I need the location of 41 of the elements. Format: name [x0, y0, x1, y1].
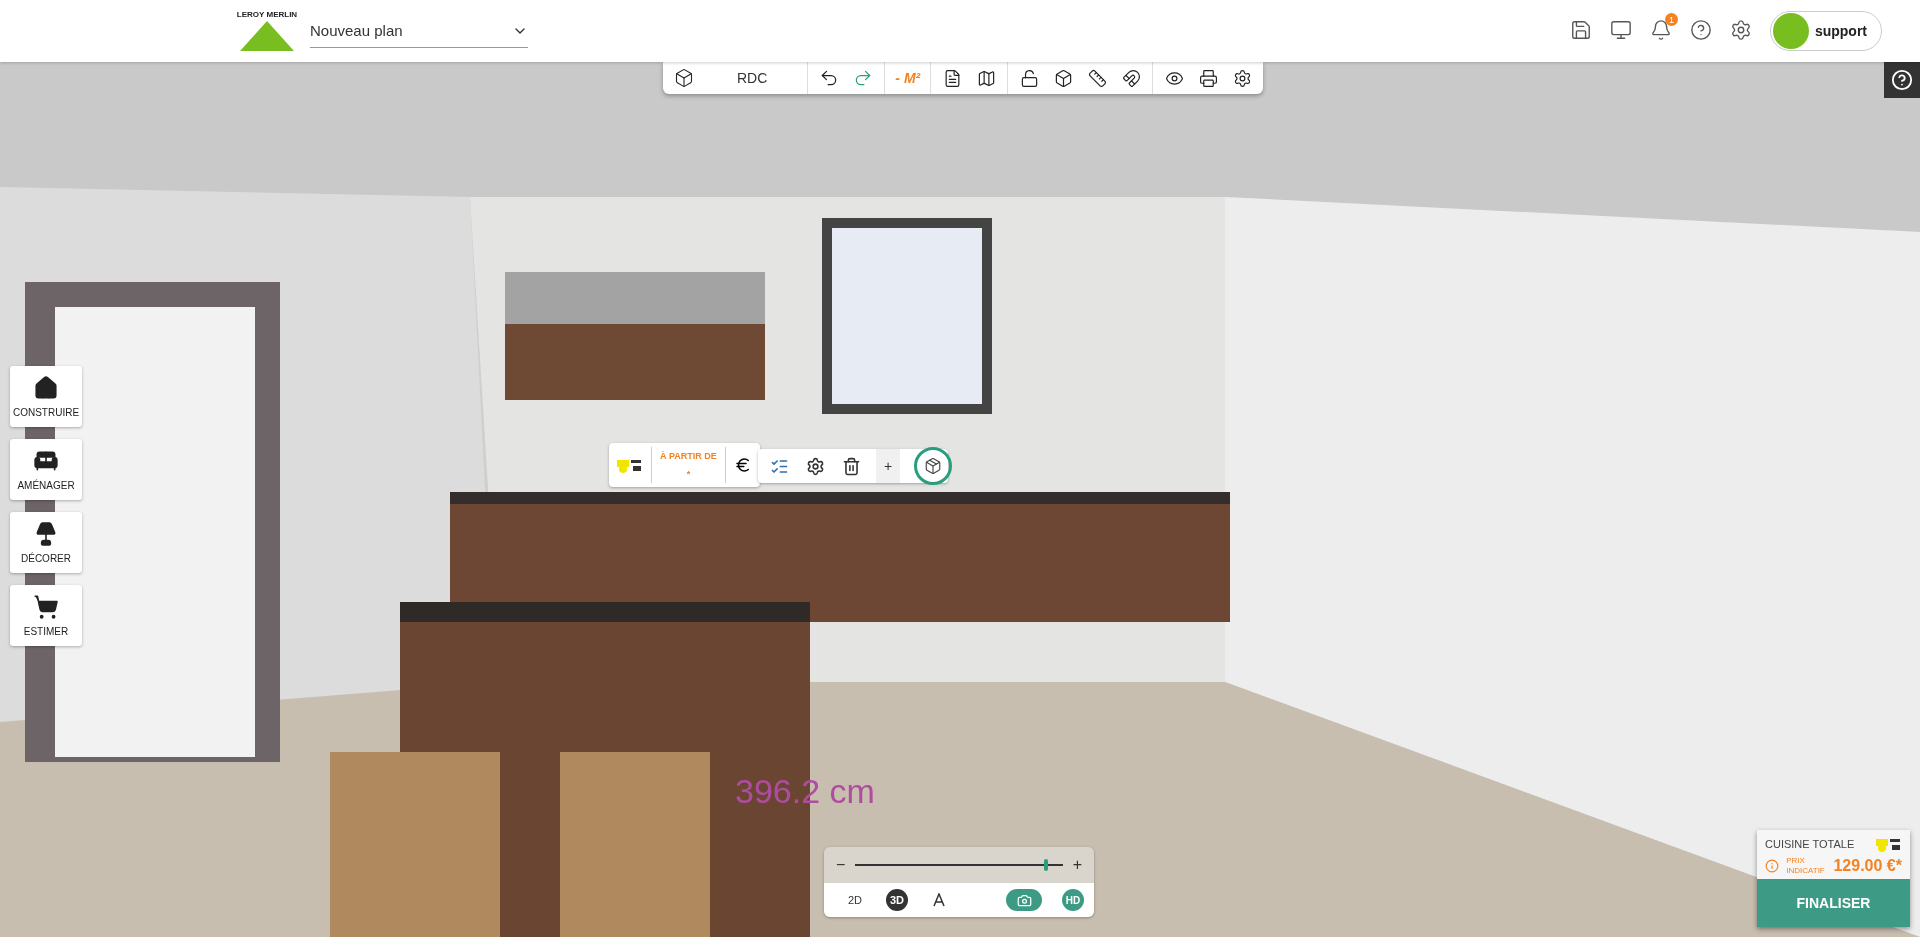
sidebar-button[interactable]: DÉCORER	[10, 512, 82, 573]
sidebar-button[interactable]: ESTIMER	[10, 585, 82, 646]
price-value: *	[686, 469, 691, 479]
cube-icon	[924, 457, 943, 475]
plan-dropdown[interactable]: Nouveau plan	[310, 14, 528, 48]
cube-view-button[interactable]	[914, 447, 953, 485]
brand-logo-icon	[1876, 836, 1902, 852]
zoom-in-button[interactable]: +	[1072, 856, 1082, 874]
camera-icon	[1016, 892, 1032, 908]
price-note: PRIX INDICATIF	[1786, 856, 1826, 876]
help-icon[interactable]	[1689, 19, 1714, 43]
total-price: 129.00 €*	[1833, 856, 1902, 875]
brand-logo-icon	[617, 457, 643, 473]
zoom-slider[interactable]	[855, 859, 1063, 871]
add-button[interactable]: +	[876, 449, 901, 483]
cart-icon	[33, 594, 59, 620]
logo-triangle-icon	[240, 21, 294, 51]
sidebar-button[interactable]: AMÉNAGER	[10, 439, 82, 500]
printer-icon[interactable]	[1197, 67, 1220, 89]
support-button[interactable]: support	[1769, 11, 1882, 51]
level-selector[interactable]: RDC	[707, 70, 798, 86]
view-mode-button[interactable]: 3D	[886, 889, 908, 911]
zoom-out-button[interactable]: −	[836, 856, 846, 874]
view-mode-button[interactable]: 2D	[844, 889, 866, 911]
euro-icon[interactable]	[733, 456, 752, 474]
info-icon	[1765, 858, 1779, 873]
zoom-thumb[interactable]	[1044, 859, 1049, 871]
card-title: CUISINE TOTALE	[1765, 838, 1855, 850]
house-icon	[33, 375, 59, 401]
help-icon	[1891, 69, 1913, 91]
logo-text: LEROY MERLIN	[236, 11, 298, 19]
help-button[interactable]	[1884, 62, 1920, 98]
sidebar-button[interactable]: CONSTRUIRE	[10, 366, 82, 427]
magnet-icon[interactable]	[1120, 67, 1143, 89]
price-label: À PARTIR DE	[660, 451, 717, 461]
avatar-icon	[1772, 13, 1809, 49]
camera-button[interactable]	[1006, 889, 1042, 911]
ruler-icon[interactable]	[1086, 67, 1109, 89]
notification-icon[interactable]	[1649, 19, 1672, 41]
notification-badge: 1	[1664, 13, 1678, 26]
floor-box-icon[interactable]	[673, 67, 695, 89]
